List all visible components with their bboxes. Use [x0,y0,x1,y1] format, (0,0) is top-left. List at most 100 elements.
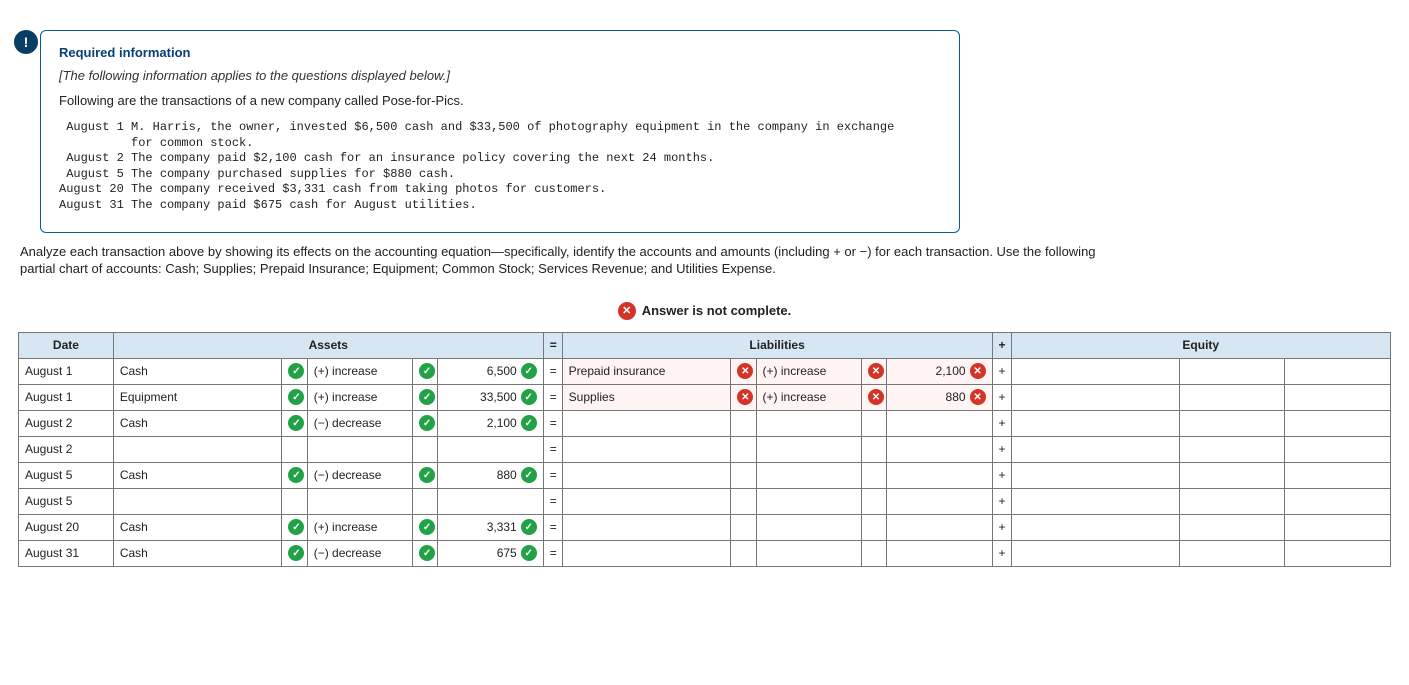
liability-account-cell[interactable] [562,462,731,488]
date-cell: August 2 [19,436,114,462]
liability-amount-cell[interactable] [887,540,992,566]
asset-account-cell[interactable]: Cash [113,462,282,488]
liability-amount-cell[interactable] [887,514,992,540]
equals-cell: = [543,462,562,488]
liability-account-mark [731,540,756,566]
liability-amount-cell[interactable] [887,436,992,462]
asset-amount-cell[interactable]: 675 ✓ [438,540,543,566]
asset-amount-cell[interactable]: 3,331 ✓ [438,514,543,540]
plus-cell: + [992,410,1011,436]
asset-direction-cell[interactable]: (−) decrease [307,410,412,436]
asset-account-cell[interactable]: Cash [113,514,282,540]
liability-account-cell[interactable]: Prepaid insurance [562,358,731,384]
asset-account-cell[interactable] [113,436,282,462]
error-icon: ✕ [970,363,986,379]
asset-direction-cell[interactable] [307,488,412,514]
asset-direction-mark: ✓ [413,540,438,566]
liability-account-cell[interactable] [562,540,731,566]
equity-account-cell[interactable] [1011,462,1180,488]
asset-direction-cell[interactable]: (−) decrease [307,540,412,566]
asset-direction-cell[interactable]: (−) decrease [307,462,412,488]
equity-direction-cell[interactable] [1180,540,1285,566]
liability-direction-cell[interactable] [756,540,861,566]
date-cell: August 5 [19,462,114,488]
asset-amount-cell[interactable]: 2,100 ✓ [438,410,543,436]
equity-direction-cell[interactable] [1180,462,1285,488]
answer-status-text: Answer is not complete. [642,303,792,318]
liability-direction-cell[interactable] [756,410,861,436]
equity-account-cell[interactable] [1011,436,1180,462]
asset-direction-cell[interactable] [307,436,412,462]
equity-amount-cell[interactable] [1285,384,1391,410]
liability-direction-mark [861,410,886,436]
equity-account-cell[interactable] [1011,410,1180,436]
equity-direction-cell[interactable] [1180,514,1285,540]
liability-account-cell[interactable] [562,514,731,540]
plus-cell: + [992,514,1011,540]
asset-account-cell[interactable]: Cash [113,410,282,436]
table-header-row: Date Assets = Liabilities + Equity [19,332,1391,358]
liability-direction-cell[interactable] [756,462,861,488]
equity-direction-cell[interactable] [1180,488,1285,514]
header-equity: Equity [1011,332,1391,358]
asset-account-mark: ✓ [282,384,307,410]
asset-direction-cell[interactable]: (+) increase [307,358,412,384]
asset-direction-cell[interactable]: (+) increase [307,384,412,410]
error-icon: ✕ [970,389,986,405]
asset-account-cell[interactable]: Cash [113,540,282,566]
liability-account-cell[interactable] [562,410,731,436]
asset-account-mark [282,436,307,462]
equity-account-cell[interactable] [1011,488,1180,514]
liability-account-cell[interactable] [562,488,731,514]
asset-amount-cell[interactable] [438,436,543,462]
asset-direction-cell[interactable]: (+) increase [307,514,412,540]
question-instructions: Analyze each transaction above by showin… [20,243,1130,278]
plus-cell: + [992,436,1011,462]
asset-account-cell[interactable]: Cash [113,358,282,384]
liability-amount-cell[interactable] [887,488,992,514]
check-icon: ✓ [419,389,435,405]
info-note: [The following information applies to th… [59,68,941,83]
liability-amount-cell[interactable]: 880 ✕ [887,384,992,410]
equity-amount-cell[interactable] [1285,462,1391,488]
asset-account-cell[interactable] [113,488,282,514]
equity-account-cell[interactable] [1011,384,1180,410]
liability-direction-cell[interactable]: (+) increase [756,384,861,410]
asset-direction-mark: ✓ [413,410,438,436]
liability-direction-cell[interactable] [756,488,861,514]
equity-amount-cell[interactable] [1285,410,1391,436]
asset-account-cell[interactable]: Equipment [113,384,282,410]
liability-direction-cell[interactable] [756,436,861,462]
equity-amount-cell[interactable] [1285,540,1391,566]
error-icon: ✕ [868,389,884,405]
equity-amount-cell[interactable] [1285,488,1391,514]
plus-cell: + [992,384,1011,410]
liability-direction-cell[interactable]: (+) increase [756,358,861,384]
liability-account-cell[interactable]: Supplies [562,384,731,410]
equity-amount-cell[interactable] [1285,436,1391,462]
liability-amount-cell[interactable] [887,410,992,436]
liability-amount-cell[interactable]: 2,100 ✕ [887,358,992,384]
equity-account-cell[interactable] [1011,358,1180,384]
equity-account-cell[interactable] [1011,540,1180,566]
equity-direction-cell[interactable] [1180,410,1285,436]
check-icon: ✓ [288,545,304,561]
liability-amount-cell[interactable] [887,462,992,488]
liability-account-cell[interactable] [562,436,731,462]
equity-account-cell[interactable] [1011,514,1180,540]
required-info-heading: Required information [59,45,941,60]
equity-amount-cell[interactable] [1285,358,1391,384]
liability-direction-cell[interactable] [756,514,861,540]
asset-amount-cell[interactable]: 880 ✓ [438,462,543,488]
liability-direction-mark [861,514,886,540]
asset-amount-cell[interactable] [438,488,543,514]
asset-amount-cell[interactable]: 6,500 ✓ [438,358,543,384]
transactions-preformatted: August 1 M. Harris, the owner, invested … [59,120,941,214]
equity-direction-cell[interactable] [1180,358,1285,384]
equity-direction-cell[interactable] [1180,384,1285,410]
equity-amount-cell[interactable] [1285,514,1391,540]
check-icon: ✓ [521,545,537,561]
asset-amount-cell[interactable]: 33,500 ✓ [438,384,543,410]
equity-direction-cell[interactable] [1180,436,1285,462]
equals-cell: = [543,410,562,436]
